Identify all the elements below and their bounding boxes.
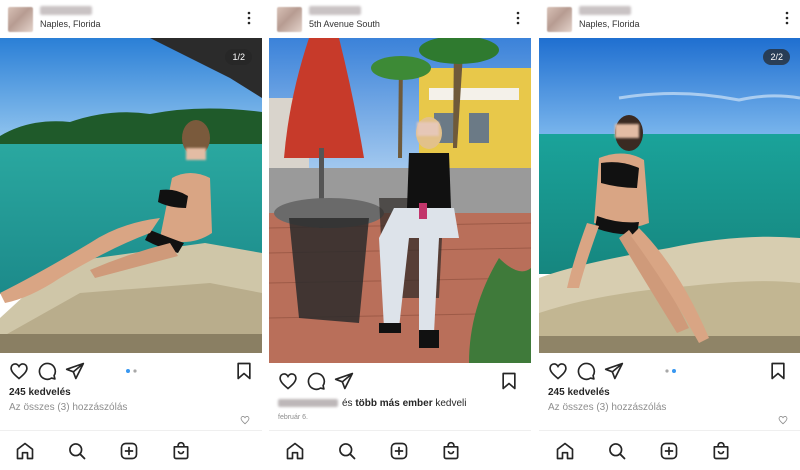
- post-location[interactable]: Naples, Florida: [40, 19, 101, 29]
- more-vertical-icon[interactable]: [246, 11, 252, 25]
- home-icon[interactable]: [285, 441, 305, 461]
- liked-by-conjunction: és: [342, 398, 356, 409]
- shopping-bag-icon[interactable]: [441, 441, 461, 461]
- avatar[interactable]: [547, 7, 572, 32]
- avatar[interactable]: [8, 7, 33, 32]
- carousel-counter-badge: 2/2: [763, 49, 790, 65]
- shopping-bag-icon[interactable]: [171, 441, 191, 461]
- bottom-nav: [539, 430, 800, 470]
- liked-by-username-blurred[interactable]: [278, 399, 338, 408]
- bottom-nav: [269, 430, 531, 470]
- bottom-nav: [0, 430, 262, 470]
- more-vertical-icon[interactable]: [784, 11, 790, 25]
- username-blurred[interactable]: [579, 6, 631, 15]
- more-vertical-icon[interactable]: [515, 11, 521, 25]
- send-icon[interactable]: [334, 371, 354, 391]
- post-photo[interactable]: 2/2: [539, 38, 800, 353]
- home-icon[interactable]: [15, 441, 35, 461]
- username-blurred[interactable]: [40, 6, 92, 15]
- search-icon[interactable]: [67, 441, 87, 461]
- post-location[interactable]: 5th Avenue South: [309, 19, 380, 29]
- plus-square-icon[interactable]: [389, 441, 409, 461]
- post-header: Naples, Florida: [0, 0, 262, 38]
- carousel-dots: [664, 369, 676, 373]
- liked-by-line[interactable]: és több más ember kedveli: [278, 398, 467, 409]
- shopping-bag-icon[interactable]: [711, 441, 731, 461]
- search-icon[interactable]: [337, 441, 357, 461]
- photo-boat-sea: [0, 38, 262, 353]
- post-actions: [539, 361, 800, 385]
- heart-icon[interactable]: [9, 361, 29, 381]
- photo-street-cafe: [269, 38, 531, 363]
- likes-count[interactable]: 245 kedvelés: [9, 387, 71, 398]
- liked-by-others-link[interactable]: több más ember: [355, 398, 432, 409]
- post-panel-2: 5th Avenue South és több más ember kedve…: [269, 0, 531, 470]
- photo-boat-ocean: [539, 38, 800, 353]
- send-icon[interactable]: [604, 361, 624, 381]
- post-header: Naples, Florida: [539, 0, 800, 38]
- comment-like-heart-icon[interactable]: [778, 415, 788, 425]
- heart-icon[interactable]: [278, 371, 298, 391]
- liked-by-suffix: kedveli: [432, 398, 467, 409]
- post-actions: [0, 361, 262, 385]
- username-blurred[interactable]: [309, 6, 361, 15]
- search-icon[interactable]: [607, 441, 627, 461]
- likes-count[interactable]: 245 kedvelés: [548, 387, 610, 398]
- bookmark-icon[interactable]: [234, 361, 254, 381]
- comment-icon[interactable]: [306, 371, 326, 391]
- view-comments-link[interactable]: Az összes (3) hozzászólás: [9, 402, 127, 413]
- avatar[interactable]: [277, 7, 302, 32]
- post-location[interactable]: Naples, Florida: [579, 19, 640, 29]
- carousel-dots: [126, 369, 137, 373]
- comment-icon[interactable]: [576, 361, 596, 381]
- post-header: 5th Avenue South: [269, 0, 531, 38]
- post-actions: [269, 371, 531, 395]
- comment-like-heart-icon[interactable]: [240, 415, 250, 425]
- post-panel-3: Naples, Florida 2/2 245 kedvelés Az össz…: [539, 0, 800, 470]
- post-date: február 6.: [278, 414, 308, 421]
- post-photo[interactable]: [269, 38, 531, 363]
- post-panel-1: Naples, Florida 1/2 245 kedvelés Az össz…: [0, 0, 262, 470]
- post-photo[interactable]: 1/2: [0, 38, 262, 353]
- comment-icon[interactable]: [37, 361, 57, 381]
- send-icon[interactable]: [65, 361, 85, 381]
- plus-square-icon[interactable]: [119, 441, 139, 461]
- bookmark-icon[interactable]: [768, 361, 788, 381]
- bookmark-icon[interactable]: [499, 371, 519, 391]
- heart-icon[interactable]: [548, 361, 568, 381]
- view-comments-link[interactable]: Az összes (3) hozzászólás: [548, 402, 666, 413]
- carousel-counter-badge: 1/2: [225, 49, 252, 65]
- plus-square-icon[interactable]: [659, 441, 679, 461]
- home-icon[interactable]: [555, 441, 575, 461]
